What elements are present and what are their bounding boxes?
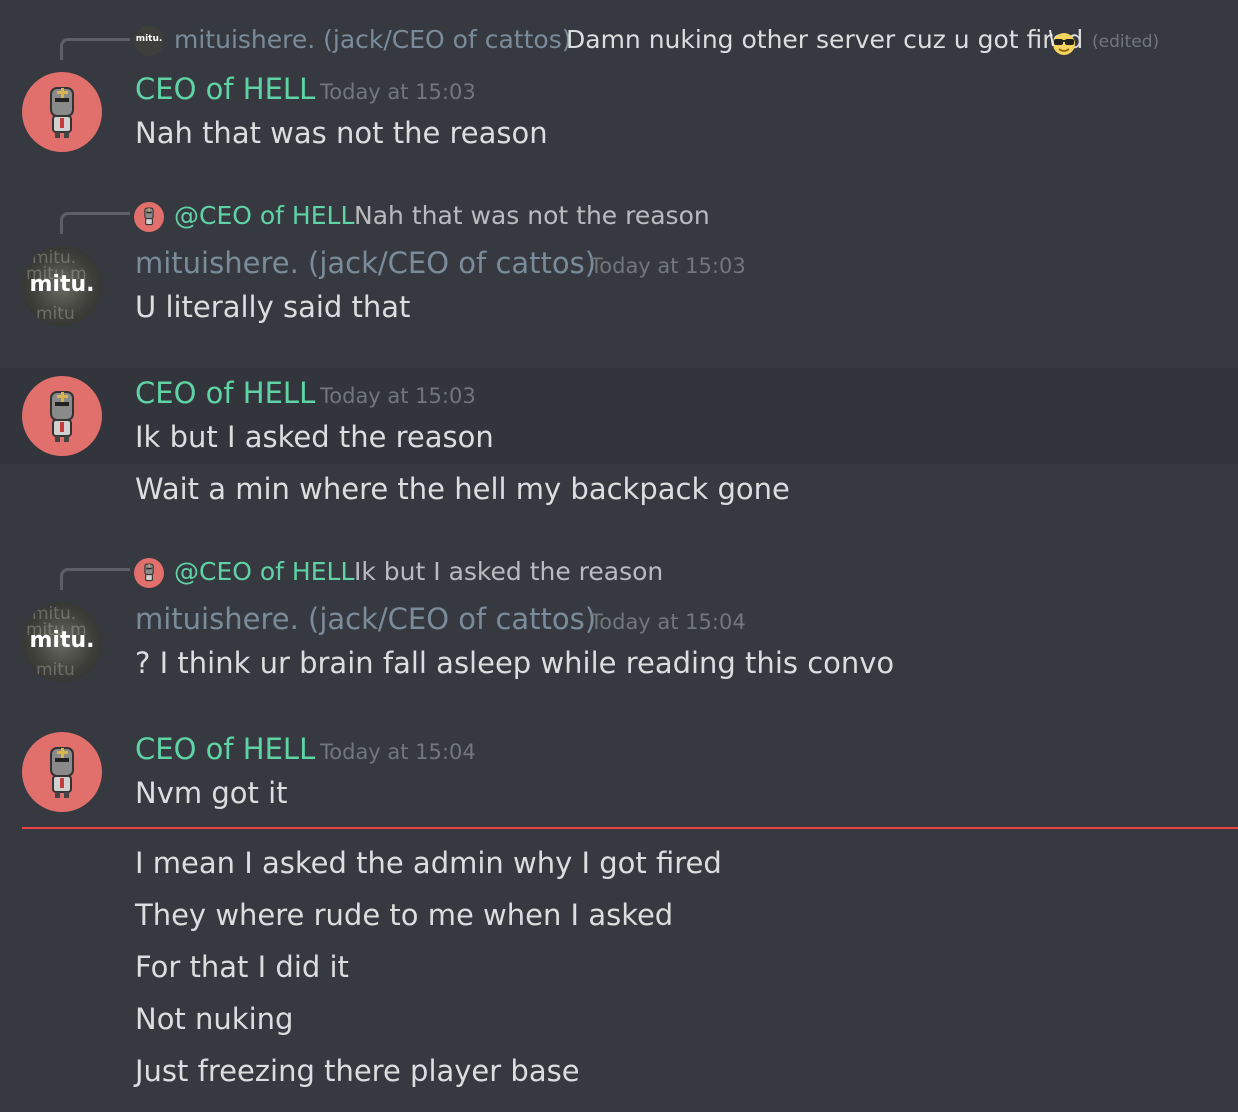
- knight-helmet-icon: [50, 391, 74, 442]
- message-text: I mean I asked the admin why I got fired: [135, 846, 722, 880]
- reply-author[interactable]: @CEO of HELL: [174, 201, 354, 230]
- message-text: For that I did it: [135, 950, 349, 984]
- message-timestamp: Today at 15:04: [590, 610, 746, 634]
- mitu-avatar-label: mitu.: [29, 628, 95, 653]
- message-timestamp: Today at 15:03: [320, 384, 476, 408]
- message-text: Ik but I asked the reason: [135, 420, 494, 454]
- ceo-avatar[interactable]: [22, 376, 102, 456]
- message-timestamp: Today at 15:03: [320, 80, 476, 104]
- message-author[interactable]: CEO of HELL: [135, 72, 315, 106]
- sunglasses-emoji-icon: [1049, 29, 1075, 55]
- message-text: ? I think ur brain fall asleep while rea…: [135, 646, 895, 680]
- message-text: U literally said that: [135, 290, 411, 324]
- knight-helmet-icon: [50, 87, 74, 138]
- message-text: Nah that was not the reason: [135, 116, 548, 150]
- message-text: Wait a min where the hell my backpack go…: [135, 472, 790, 506]
- message-timestamp: Today at 15:04: [320, 740, 476, 764]
- knight-helmet-icon: [144, 207, 154, 226]
- ceo-avatar[interactable]: [22, 72, 102, 152]
- mitu-avatar-label: mitu.: [29, 272, 95, 297]
- message-text: Nvm got it: [135, 776, 288, 810]
- reply-author[interactable]: @CEO of HELL: [174, 557, 354, 586]
- edited-label: (edited): [1092, 32, 1160, 52]
- message-text: Just freezing there player base: [135, 1054, 580, 1088]
- message-author[interactable]: CEO of HELL: [135, 376, 315, 410]
- reply-author[interactable]: mituishere. (jack/CEO of cattos): [174, 25, 571, 54]
- reply-text[interactable]: Ik but I asked the reason: [354, 557, 663, 586]
- reply-avatar[interactable]: [134, 202, 164, 232]
- ceo-avatar[interactable]: [22, 732, 102, 812]
- reply-text[interactable]: Damn nuking other server cuz u got fired: [566, 25, 1083, 54]
- message-text: They where rude to me when I asked: [135, 898, 674, 932]
- reply-avatar[interactable]: mitu.: [134, 26, 164, 56]
- reply-text[interactable]: Nah that was not the reason: [354, 201, 710, 230]
- reply-connector: [60, 568, 130, 590]
- mitu-avatar[interactable]: mitu. mitu m mitu. mitu: [22, 602, 102, 682]
- message-author[interactable]: mituishere. (jack/CEO of cattos): [135, 602, 596, 636]
- knight-helmet-icon: [50, 747, 74, 798]
- message-text: Not nuking: [135, 1002, 294, 1036]
- reply-avatar-label: mitu.: [135, 34, 163, 44]
- knight-helmet-icon: [144, 563, 154, 582]
- message-timestamp: Today at 15:03: [590, 254, 746, 278]
- mitu-avatar[interactable]: mitu. mitu m mitu. mitu: [22, 246, 102, 326]
- reply-avatar[interactable]: [134, 558, 164, 588]
- message-author[interactable]: mituishere. (jack/CEO of cattos): [135, 246, 596, 280]
- new-messages-divider: [22, 827, 1238, 829]
- reply-connector: [60, 38, 130, 60]
- message-author[interactable]: CEO of HELL: [135, 732, 315, 766]
- reply-connector: [60, 212, 130, 234]
